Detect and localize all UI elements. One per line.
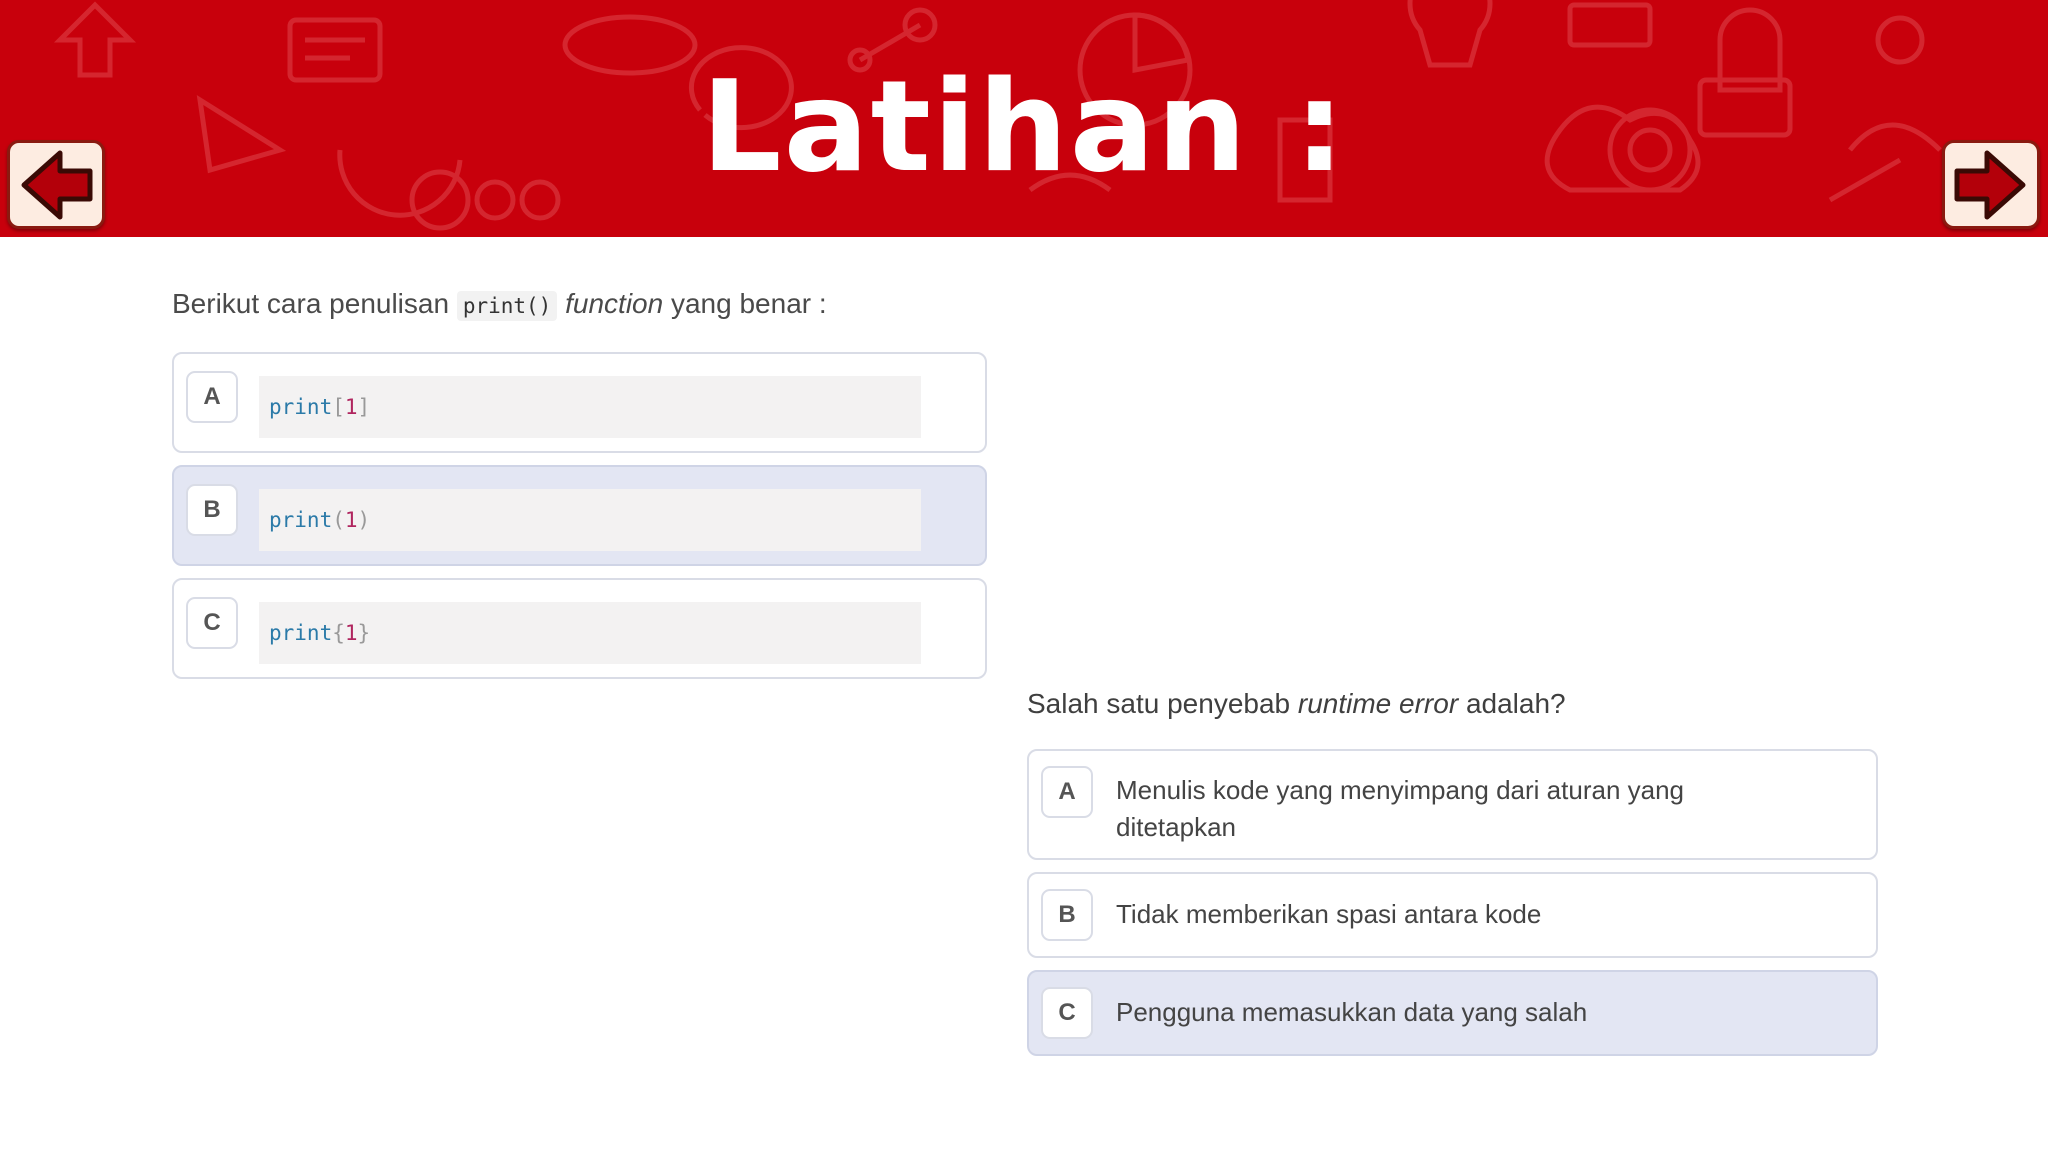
question-1-prompt: Berikut cara penulisan print() function … <box>172 286 827 324</box>
question-1-option-c[interactable]: C print{1} <box>172 578 987 679</box>
question-1-option-a[interactable]: A print[1] <box>172 352 987 453</box>
option-text: Pengguna memasukkan data yang salah <box>1116 997 1588 1027</box>
option-code: print{1} <box>259 602 921 664</box>
arrow-left-icon <box>21 150 93 220</box>
option-letter: B <box>186 484 238 536</box>
header-banner: Latihan : <box>0 0 2048 237</box>
question-2-text-after: adalah? <box>1465 688 1566 719</box>
question-1-text-after: yang benar : <box>670 288 827 319</box>
question-1-option-b[interactable]: B print(1) <box>172 465 987 566</box>
option-text-line-2: ditetapkan <box>1116 812 1236 842</box>
option-code: print[1] <box>259 376 921 438</box>
question-1-code: print() <box>456 291 558 321</box>
question-1-text-before: Berikut cara penulisan <box>172 288 450 319</box>
previous-button[interactable] <box>7 140 105 229</box>
option-text: Tidak memberikan spasi antara kode <box>1116 899 1542 929</box>
option-letter: A <box>186 371 238 423</box>
arrow-right-icon <box>1954 150 2026 220</box>
option-letter: B <box>1041 889 1093 941</box>
option-code: print(1) <box>259 489 921 551</box>
question-2-option-c[interactable]: C Pengguna memasukkan data yang salah <box>1027 970 1878 1056</box>
question-2-emphasis: runtime error <box>1297 688 1459 719</box>
option-letter: C <box>186 597 238 649</box>
option-text: Menulis kode yang menyimpang dari aturan… <box>1116 772 1684 846</box>
question-1-emphasis: function <box>565 288 664 319</box>
option-text-line-1: Menulis kode yang menyimpang dari aturan… <box>1116 775 1685 805</box>
question-2-text-before: Salah satu penyebab <box>1027 688 1291 719</box>
option-letter: C <box>1041 987 1093 1039</box>
option-letter: A <box>1041 766 1093 818</box>
question-2-option-a[interactable]: A Menulis kode yang menyimpang dari atur… <box>1027 749 1878 860</box>
question-2-prompt: Salah satu penyebab runtime error adalah… <box>1027 686 1566 722</box>
question-2-option-b[interactable]: B Tidak memberikan spasi antara kode <box>1027 872 1878 958</box>
next-button[interactable] <box>1942 140 2040 229</box>
page-title: Latihan : <box>701 53 1347 200</box>
